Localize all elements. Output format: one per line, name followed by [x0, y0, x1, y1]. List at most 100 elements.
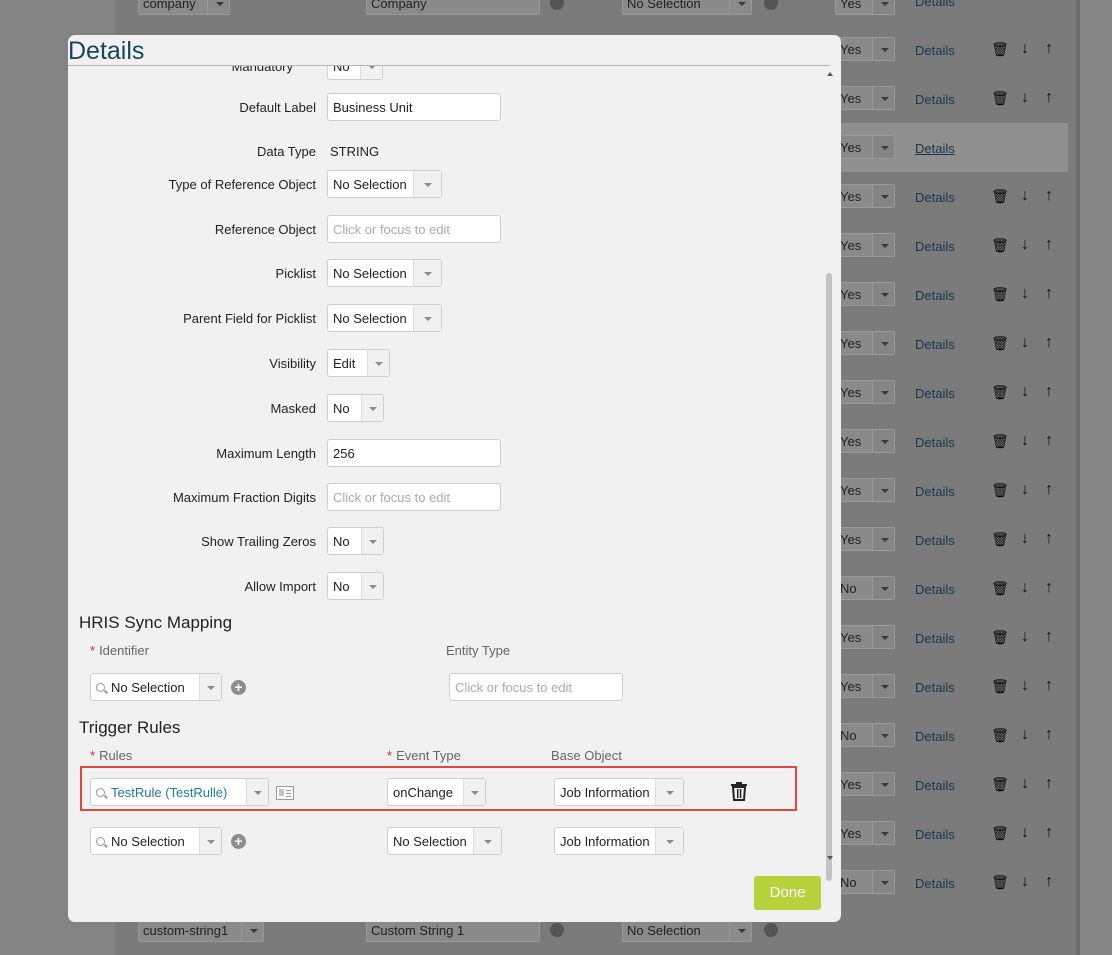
arrow-up-icon[interactable]: ↑ — [1040, 530, 1058, 548]
chevron-down-icon[interactable] — [413, 305, 441, 331]
arrow-up-icon[interactable]: ↑ — [1040, 628, 1058, 646]
arrow-up-icon[interactable]: ↑ — [1040, 89, 1058, 107]
bg-row-details-link[interactable]: Details — [915, 631, 955, 646]
bg-row-details-link[interactable]: Details — [915, 827, 955, 842]
arrow-down-icon[interactable]: ↓ — [1016, 187, 1034, 205]
trash-icon[interactable]: 🗑 — [991, 481, 1009, 499]
event-type-select[interactable]: onChange — [387, 778, 486, 806]
bg-row-details-link[interactable]: Details — [915, 288, 955, 303]
chevron-down-icon[interactable] — [361, 528, 383, 554]
new-rule-select[interactable]: No Selection — [90, 827, 222, 855]
bg-top-flag[interactable]: Yes — [835, 0, 895, 15]
bg-row-details-link[interactable]: Details — [915, 533, 955, 548]
identifier-select[interactable]: No Selection — [90, 673, 222, 701]
trash-icon[interactable]: 🗑 — [991, 334, 1009, 352]
bg-row-flag-select[interactable]: Yes — [835, 821, 895, 845]
bg-row-details-link[interactable]: Details — [915, 680, 955, 695]
trash-icon[interactable]: 🗑 — [991, 628, 1009, 646]
chevron-down-icon[interactable] — [199, 828, 221, 854]
maximum-fraction-digits-input[interactable]: Click or focus to edit — [327, 483, 501, 511]
arrow-up-icon[interactable]: ↑ — [1040, 775, 1058, 793]
bg-row-details-link[interactable]: Details — [915, 582, 955, 597]
arrow-up-icon[interactable]: ↑ — [1040, 824, 1058, 842]
trash-icon[interactable]: 🗑 — [991, 40, 1009, 58]
arrow-down-icon[interactable]: ↓ — [1016, 530, 1034, 548]
bg-row-details-link[interactable]: Details — [915, 876, 955, 891]
arrow-up-icon[interactable]: ↑ — [1040, 383, 1058, 401]
trash-icon[interactable]: 🗑 — [991, 236, 1009, 254]
arrow-down-icon[interactable]: ↓ — [1016, 628, 1034, 646]
arrow-down-icon[interactable]: ↓ — [1016, 824, 1034, 842]
trash-icon[interactable]: 🗑 — [991, 726, 1009, 744]
add-identifier-icon[interactable]: + — [231, 680, 246, 695]
parent-field-for-picklist-select[interactable]: No Selection — [327, 304, 442, 332]
visibility-select[interactable]: Edit — [327, 349, 390, 377]
new-event-type-select[interactable]: No Selection — [387, 827, 502, 855]
type-of-reference-object-select[interactable]: No Selection — [327, 170, 442, 198]
bg-bottom-info-icon[interactable] — [550, 923, 564, 937]
trash-icon[interactable]: 🗑 — [991, 187, 1009, 205]
trash-icon[interactable]: 🗑 — [991, 432, 1009, 450]
chevron-down-icon[interactable] — [413, 171, 441, 197]
bg-row-details-link[interactable]: Details — [915, 92, 955, 107]
done-button[interactable]: Done — [754, 876, 821, 910]
chevron-down-icon[interactable] — [655, 828, 683, 854]
bg-row-flag-select[interactable]: Yes — [835, 527, 895, 551]
mandatory-select[interactable]: No — [327, 66, 383, 80]
arrow-down-icon[interactable]: ↓ — [1016, 873, 1034, 891]
bg-row-details-link[interactable]: Details — [915, 141, 955, 156]
bg-row-details-link[interactable]: Details — [915, 337, 955, 352]
bg-row-details-link[interactable]: Details — [915, 484, 955, 499]
default-label-input[interactable]: Business Unit — [327, 93, 501, 121]
bg-row-flag-select[interactable]: Yes — [835, 282, 895, 306]
bg-row-flag-select[interactable]: Yes — [835, 772, 895, 796]
chevron-down-icon[interactable] — [199, 674, 221, 700]
picklist-select[interactable]: No Selection — [327, 259, 442, 287]
bg-row-flag-select[interactable]: No — [835, 723, 895, 747]
bg-row-details-link[interactable]: Details — [915, 386, 955, 401]
trash-icon[interactable]: 🗑 — [991, 677, 1009, 695]
arrow-up-icon[interactable]: ↑ — [1040, 334, 1058, 352]
bg-row-flag-select[interactable]: Yes — [835, 184, 895, 208]
show-trailing-zeros-select[interactable]: No — [327, 527, 384, 555]
chevron-down-icon[interactable] — [246, 779, 268, 805]
arrow-down-icon[interactable]: ↓ — [1016, 383, 1034, 401]
chevron-down-icon[interactable] — [473, 828, 501, 854]
rule-details-card-icon[interactable] — [276, 786, 294, 800]
arrow-down-icon[interactable]: ↓ — [1016, 579, 1034, 597]
chevron-down-icon[interactable] — [655, 779, 683, 805]
bg-row-details-link[interactable]: Details — [915, 43, 955, 58]
bg-row-flag-select[interactable]: Yes — [835, 625, 895, 649]
chevron-down-icon[interactable] — [367, 350, 389, 376]
trash-icon[interactable]: 🗑 — [991, 775, 1009, 793]
entity-type-input[interactable]: Click or focus to edit — [449, 673, 623, 701]
bg-row-flag-select[interactable]: Yes — [835, 674, 895, 698]
new-base-object-select[interactable]: Job Information — [554, 827, 684, 855]
bg-row-details-link[interactable]: Details — [915, 778, 955, 793]
chevron-down-icon[interactable] — [361, 395, 383, 421]
trash-icon[interactable]: 🗑 — [991, 873, 1009, 891]
bg-top-label-input[interactable]: Company — [366, 0, 540, 15]
masked-select[interactable]: No — [327, 394, 384, 422]
bg-row-details-link[interactable]: Details — [915, 435, 955, 450]
chevron-down-icon[interactable] — [361, 573, 383, 599]
bg-row-flag-select[interactable]: Yes — [835, 37, 895, 61]
bg-row-details-link[interactable]: Details — [915, 190, 955, 205]
bg-row-flag-select[interactable]: No — [835, 576, 895, 600]
base-object-select[interactable]: Job Information — [554, 778, 684, 806]
add-rule-icon[interactable]: + — [231, 834, 246, 849]
scroll-thumb[interactable] — [826, 273, 832, 881]
arrow-up-icon[interactable]: ↑ — [1040, 873, 1058, 891]
arrow-down-icon[interactable]: ↓ — [1016, 89, 1034, 107]
arrow-down-icon[interactable]: ↓ — [1016, 481, 1034, 499]
arrow-up-icon[interactable]: ↑ — [1040, 579, 1058, 597]
arrow-down-icon[interactable]: ↓ — [1016, 334, 1034, 352]
bg-row-flag-select[interactable]: Yes — [835, 478, 895, 502]
bg-row-flag-select[interactable]: Yes — [835, 135, 895, 159]
bg-bottom-add-icon[interactable] — [764, 923, 778, 937]
rule-select[interactable]: TestRule (TestRulle) — [90, 778, 269, 806]
arrow-down-icon[interactable]: ↓ — [1016, 432, 1034, 450]
trash-icon[interactable]: 🗑 — [991, 383, 1009, 401]
bg-top-selection[interactable]: No Selection — [622, 0, 752, 15]
trash-icon[interactable]: 🗑 — [991, 530, 1009, 548]
